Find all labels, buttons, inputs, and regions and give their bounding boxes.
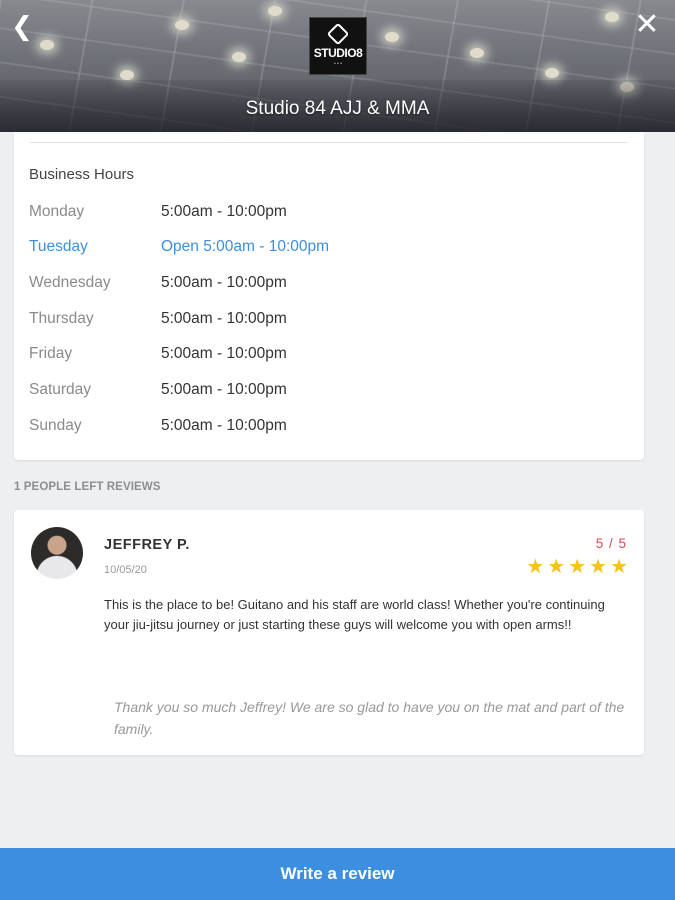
review-card: JEFFREY P. 10/05/20 5 / 5 ★ ★ ★ ★ ★ This… [14, 510, 644, 755]
day-label: Wednesday [29, 274, 111, 291]
time-value: 5:00am - 10:00pm [161, 345, 287, 362]
star-icon: ★ [547, 556, 566, 578]
hours-row-tuesday: Tuesday Open 5:00am - 10:00pm [29, 238, 589, 260]
gym-logo: STUDIO8 • • • [309, 17, 367, 75]
time-value: Open 5:00am - 10:00pm [161, 238, 330, 255]
day-label: Thursday [29, 310, 94, 327]
hours-row-saturday: Saturday 5:00am - 10:00pm [29, 381, 589, 403]
rating-stars: ★ ★ ★ ★ ★ [526, 556, 628, 578]
page-title: Studio 84 AJJ & MMA [245, 98, 430, 119]
reviews-count-label: 1 PEOPLE LEFT REVIEWS [14, 481, 161, 493]
star-icon: ★ [526, 556, 545, 578]
header-banner: ❮ ✕ STUDIO8 • • • Studio 84 AJJ & MMA [0, 0, 675, 132]
day-label: Saturday [29, 381, 92, 398]
owner-response: Thank you so much Jeffrey! We are so gla… [114, 699, 625, 737]
time-value: 5:00am - 10:00pm [161, 310, 287, 327]
time-value: 5:00am - 10:00pm [161, 381, 287, 398]
day-label: Friday [29, 345, 73, 362]
hours-row-thursday: Thursday 5:00am - 10:00pm [29, 310, 589, 332]
star-icon: ★ [610, 556, 628, 578]
divider [30, 142, 628, 143]
hours-row-wednesday: Wednesday 5:00am - 10:00pm [29, 274, 589, 296]
close-icon: ✕ [634, 8, 660, 41]
time-value: 5:00am - 10:00pm [161, 274, 287, 291]
day-label: Tuesday [29, 238, 88, 255]
business-hours-card: Business Hours Monday 5:00am - 10:00pm T… [14, 132, 644, 460]
write-review-button[interactable]: Write a review [0, 848, 675, 900]
day-label: Sunday [29, 417, 82, 434]
back-button[interactable]: ❮ [8, 12, 36, 40]
logo-subtext: • • • [333, 60, 343, 67]
hours-row-friday: Friday 5:00am - 10:00pm [29, 345, 589, 367]
hours-row-monday: Monday 5:00am - 10:00pm [29, 203, 589, 225]
rating-score: 5 / 5 [595, 536, 627, 551]
reviewer-name: JEFFREY P. [104, 537, 190, 553]
chevron-left-icon: ❮ [11, 11, 33, 41]
reviewer-avatar [31, 527, 83, 579]
star-icon: ★ [589, 556, 608, 578]
star-icon: ★ [568, 556, 587, 578]
review-text: This is the place to be! Guitano and his… [104, 597, 605, 632]
business-hours-title: Business Hours [29, 166, 135, 183]
review-date: 10/05/20 [104, 564, 147, 576]
time-value: 5:00am - 10:00pm [161, 203, 287, 220]
logo-text: STUDIO8 [313, 45, 363, 60]
hours-row-sunday: Sunday 5:00am - 10:00pm [29, 417, 589, 439]
day-label: Monday [29, 203, 85, 220]
close-button[interactable]: ✕ [633, 10, 661, 40]
time-value: 5:00am - 10:00pm [161, 417, 287, 434]
logo-emblem-icon [326, 22, 350, 45]
